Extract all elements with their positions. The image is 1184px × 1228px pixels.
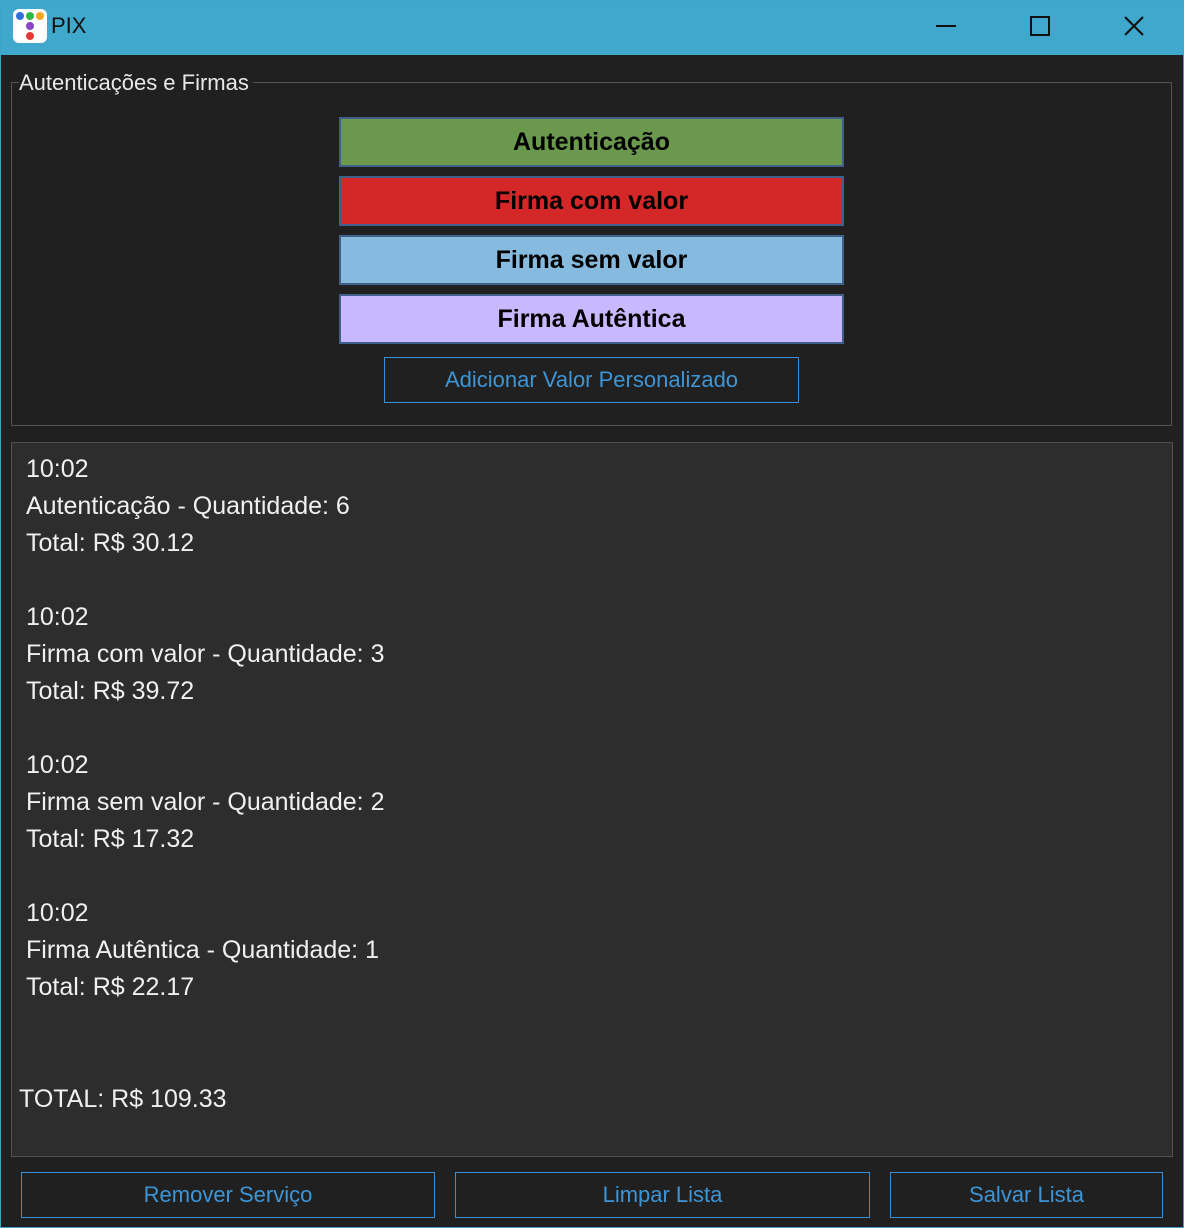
- autenticacao-button[interactable]: Autenticação: [339, 117, 844, 167]
- list-item[interactable]: 10:02 Autenticação - Quantidade: 6 Total…: [26, 451, 384, 562]
- entry-total: Total: R$ 22.17: [26, 973, 195, 1001]
- entry-description: Firma Autêntica - Quantidade: 1: [26, 936, 379, 964]
- remove-service-button[interactable]: Remover Serviço: [21, 1172, 435, 1218]
- save-list-button[interactable]: Salvar Lista: [890, 1172, 1163, 1218]
- entry-time: 10:02: [26, 751, 89, 779]
- entry-total: Total: R$ 39.72: [26, 677, 195, 705]
- service-log-list[interactable]: 10:02 Autenticação - Quantidade: 6 Total…: [11, 442, 1173, 1157]
- close-icon: [1124, 16, 1144, 36]
- list-item[interactable]: 10:02 Firma com valor - Quantidade: 3 To…: [26, 599, 384, 710]
- list-item[interactable]: 10:02 Firma sem valor - Quantidade: 2 To…: [26, 747, 384, 858]
- maximize-icon: [1030, 16, 1050, 36]
- entry-time: 10:02: [26, 899, 89, 927]
- minimize-icon: [936, 25, 956, 27]
- title-bar[interactable]: PIX: [1, 1, 1184, 55]
- app-window: PIX Autenticações e Firmas Autenticação …: [0, 0, 1184, 1228]
- entry-total: Total: R$ 30.12: [26, 529, 195, 557]
- window-title: PIX: [51, 13, 87, 38]
- firma-com-valor-button[interactable]: Firma com valor: [339, 176, 844, 226]
- entry-total: Total: R$ 17.32: [26, 825, 195, 853]
- log-entries: 10:02 Autenticação - Quantidade: 6 Total…: [26, 451, 384, 1043]
- close-button[interactable]: [1087, 1, 1181, 51]
- entry-description: Firma sem valor - Quantidade: 2: [26, 788, 385, 816]
- entry-description: Firma com valor - Quantidade: 3: [26, 640, 385, 668]
- entry-time: 10:02: [26, 455, 89, 483]
- firma-sem-valor-button[interactable]: Firma sem valor: [339, 235, 844, 285]
- services-group-legend: Autenticações e Firmas: [19, 69, 253, 97]
- grand-total: TOTAL: R$ 109.33: [19, 1085, 227, 1113]
- maximize-button[interactable]: [993, 1, 1087, 51]
- add-custom-value-button[interactable]: Adicionar Valor Personalizado: [384, 357, 799, 403]
- entry-time: 10:02: [26, 603, 89, 631]
- app-logo-icon: [13, 9, 47, 43]
- list-item[interactable]: 10:02 Firma Autêntica - Quantidade: 1 To…: [26, 895, 384, 1006]
- clear-list-button[interactable]: Limpar Lista: [455, 1172, 870, 1218]
- firma-autentica-button[interactable]: Firma Autêntica: [339, 294, 844, 344]
- entry-description: Autenticação - Quantidade: 6: [26, 492, 350, 520]
- minimize-button[interactable]: [899, 1, 993, 51]
